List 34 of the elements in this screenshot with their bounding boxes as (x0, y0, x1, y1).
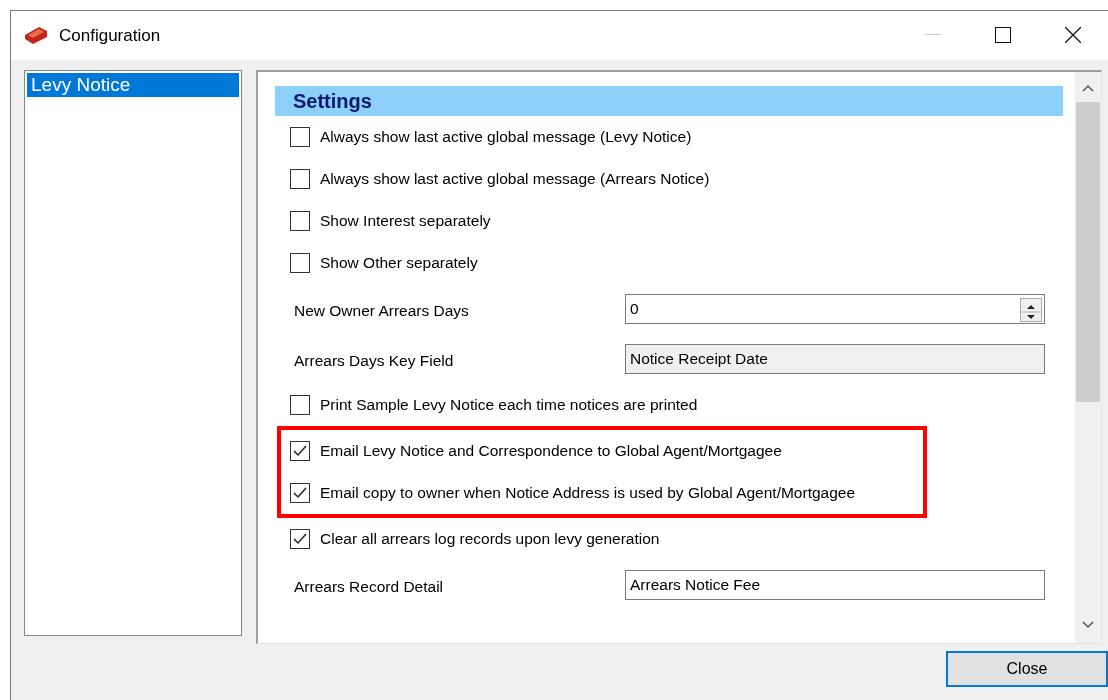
scroll-up-icon[interactable] (1082, 83, 1094, 92)
scroll-thumb[interactable] (1076, 101, 1100, 402)
checkbox[interactable] (290, 252, 310, 273)
checkbox[interactable] (290, 394, 310, 415)
maximize-icon[interactable] (995, 27, 1011, 44)
window-title: Configuration (59, 24, 161, 47)
checkbox[interactable] (290, 482, 310, 503)
checkbox-label: Print Sample Levy Notice each time notices are printed (320, 395, 698, 415)
close-icon[interactable] (1065, 27, 1081, 44)
app-icon (23, 25, 49, 46)
scroll-down-icon[interactable] (1082, 620, 1094, 629)
checkbox-label: Email Levy Notice and Correspondence to Global Agent/Mortgagee (320, 441, 782, 461)
close-button[interactable]: Close (946, 650, 1108, 687)
field-label: Arrears Record Detail (294, 577, 445, 597)
checkbox[interactable] (290, 440, 310, 461)
checkbox-label: Always show last active global message (Arrears Notice) (320, 169, 710, 189)
checkbox-label: Email copy to owner when Notice Address is used by Global Agent/Mortgagee (320, 483, 856, 503)
field-label: Arrears Days Key Field (294, 351, 455, 371)
checkbox-label: Always show last active global message (Levy Notice) (320, 127, 692, 147)
scroll-bar[interactable] (1075, 71, 1101, 643)
input-field[interactable]: 0 (625, 293, 1045, 324)
checkbox-label: Clear all arrears log records upon levy generation (320, 529, 660, 549)
section-header: Settings (275, 85, 1063, 116)
checkbox-label: Show Other separately (320, 253, 478, 273)
list-item[interactable]: Levy Notice (27, 72, 239, 97)
input-field[interactable]: Arrears Notice Fee (625, 569, 1045, 600)
checkbox[interactable] (290, 528, 310, 549)
field-label: New Owner Arrears Days (294, 301, 470, 321)
checkbox-label: Show Interest separately (320, 211, 491, 231)
checkbox[interactable] (290, 210, 310, 231)
spin-buttons[interactable] (1020, 297, 1042, 322)
input-field[interactable]: Notice Receipt Date (625, 343, 1045, 374)
checkbox[interactable] (290, 168, 310, 189)
checkbox[interactable] (290, 126, 310, 147)
